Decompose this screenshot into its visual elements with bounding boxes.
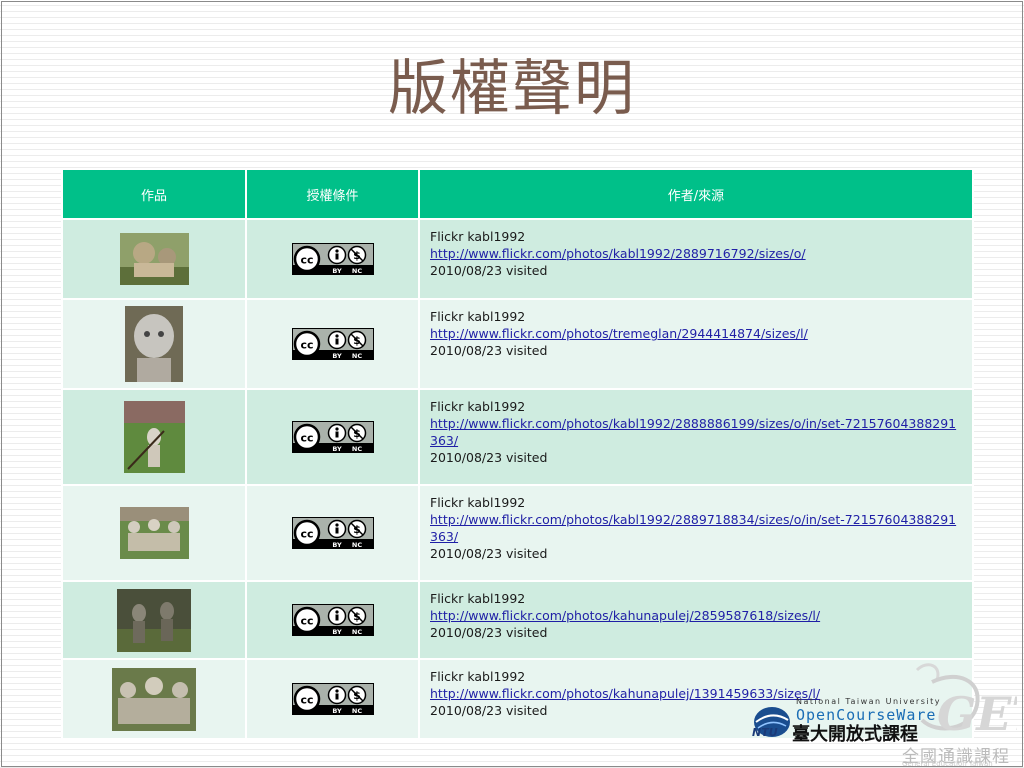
source-cell: Flickr kabl1992 http://www.flickr.com/ph… (418, 388, 974, 486)
logo-small-text: General Education Taiwan (902, 760, 993, 768)
thumbnail-image[interactable] (119, 507, 189, 559)
source-name: Flickr kabl1992 (430, 229, 526, 244)
table-row: cc $ BY NC Flickr kabl1992 http://www.fl… (61, 388, 974, 486)
source-link[interactable]: http://www.flickr.com/photos/kahunapulej… (430, 607, 962, 624)
license-cell: cc $ BY NC (245, 388, 420, 486)
ntu-ocw-logo: GET National Taiwan University OpenCours… (752, 660, 1022, 768)
source-link[interactable]: http://www.flickr.com/photos/kabl1992/28… (430, 511, 962, 545)
source-name: Flickr kabl1992 (430, 309, 526, 324)
thumbnail-image[interactable] (125, 306, 183, 382)
svg-text:BY: BY (332, 541, 342, 549)
source-cell: Flickr kabl1992 http://www.flickr.com/ph… (418, 218, 974, 300)
table-row: cc $ BY NC Flickr kabl1992 http://www.fl… (61, 580, 974, 660)
cc-by-nc-license-icon: cc $ BY NC (291, 517, 374, 549)
work-cell (61, 658, 247, 740)
svg-text:NC: NC (351, 541, 361, 549)
visited-date: 2010/08/23 visited (430, 450, 548, 465)
source-name: Flickr kabl1992 (430, 399, 526, 414)
license-cell: cc $ BY NC (245, 298, 420, 390)
work-cell (61, 218, 247, 300)
slide-title: 版權聲明 (388, 54, 636, 124)
source-cell: Flickr kabl1992 http://www.flickr.com/ph… (418, 298, 974, 390)
source-cell: Flickr kabl1992 http://www.flickr.com/ph… (418, 580, 974, 660)
license-cell: cc $ BY NC (245, 580, 420, 660)
work-cell (61, 298, 247, 390)
thumbnail-image[interactable] (112, 667, 196, 731)
source-link[interactable]: http://www.flickr.com/photos/kabl1992/28… (430, 415, 962, 449)
logo-ntu: NTU (752, 726, 778, 739)
svg-text:cc: cc (300, 254, 313, 267)
thumbnail-image[interactable] (123, 401, 185, 473)
visited-date: 2010/08/23 visited (430, 625, 548, 640)
work-cell (61, 484, 247, 582)
work-cell (61, 388, 247, 486)
col-header-work: 作品 (61, 168, 247, 220)
license-cell: cc $ BY NC (245, 658, 420, 740)
license-cell: cc $ BY NC (245, 218, 420, 300)
svg-text:NC: NC (351, 445, 361, 453)
svg-text:cc: cc (300, 339, 313, 352)
logo-chinese-name: 臺大開放式課程 (792, 724, 918, 745)
cc-by-nc-license-icon: cc $ BY NC (291, 243, 374, 275)
svg-text:cc: cc (300, 615, 313, 628)
source-name: Flickr kabl1992 (430, 495, 526, 510)
svg-text:BY: BY (332, 445, 342, 453)
thumbnail-image[interactable] (119, 233, 189, 285)
work-cell (61, 580, 247, 660)
credits-table: 作品 授權條件 作者/來源 cc BY NC Flickr kabl1992 h… (61, 168, 974, 740)
thumbnail-image[interactable] (117, 588, 191, 652)
table-row: cc $ BY NC Flickr kabl1992 http://www.fl… (61, 218, 974, 300)
col-header-license: 授權條件 (245, 168, 420, 220)
source-link[interactable]: http://www.flickr.com/photos/kabl1992/28… (430, 245, 962, 262)
cc-by-nc-license-icon: cc $ BY NC (291, 604, 374, 636)
header-row: 作品 授權條件 作者/來源 (61, 168, 974, 220)
cc-by-nc-license-icon: cc $ BY NC (291, 421, 374, 453)
svg-text:cc: cc (300, 694, 313, 707)
visited-date: 2010/08/23 visited (430, 263, 548, 278)
svg-text:BY: BY (332, 267, 342, 275)
svg-text:NC: NC (351, 707, 361, 715)
svg-text:BY: BY (332, 707, 342, 715)
svg-text:NC: NC (351, 267, 361, 275)
svg-text:BY: BY (332, 628, 342, 636)
svg-text:cc: cc (300, 432, 313, 445)
svg-text:NC: NC (351, 628, 361, 636)
table-row: cc $ BY NC Flickr kabl1992 http://www.fl… (61, 298, 974, 390)
source-link[interactable]: http://www.flickr.com/photos/tremeglan/2… (430, 325, 962, 342)
source-cell: Flickr kabl1992 http://www.flickr.com/ph… (418, 484, 974, 582)
svg-text:cc: cc (300, 528, 313, 541)
cc-by-nc-license-icon: cc $ BY NC (291, 328, 374, 360)
svg-text:GET: GET (937, 687, 1017, 741)
svg-text:NC: NC (351, 352, 361, 360)
logo-tagline: National Taiwan University (796, 697, 941, 706)
visited-date: 2010/08/23 visited (430, 546, 548, 561)
table-row: cc $ BY NC Flickr kabl1992 http://www.fl… (61, 484, 974, 582)
cc-by-nc-license-icon: cc $ BY NC (291, 683, 374, 715)
svg-text:BY: BY (332, 352, 342, 360)
visited-date: 2010/08/23 visited (430, 343, 548, 358)
col-header-author-source: 作者/來源 (418, 168, 974, 220)
source-name: Flickr kabl1992 (430, 591, 526, 606)
license-cell: cc $ BY NC (245, 484, 420, 582)
